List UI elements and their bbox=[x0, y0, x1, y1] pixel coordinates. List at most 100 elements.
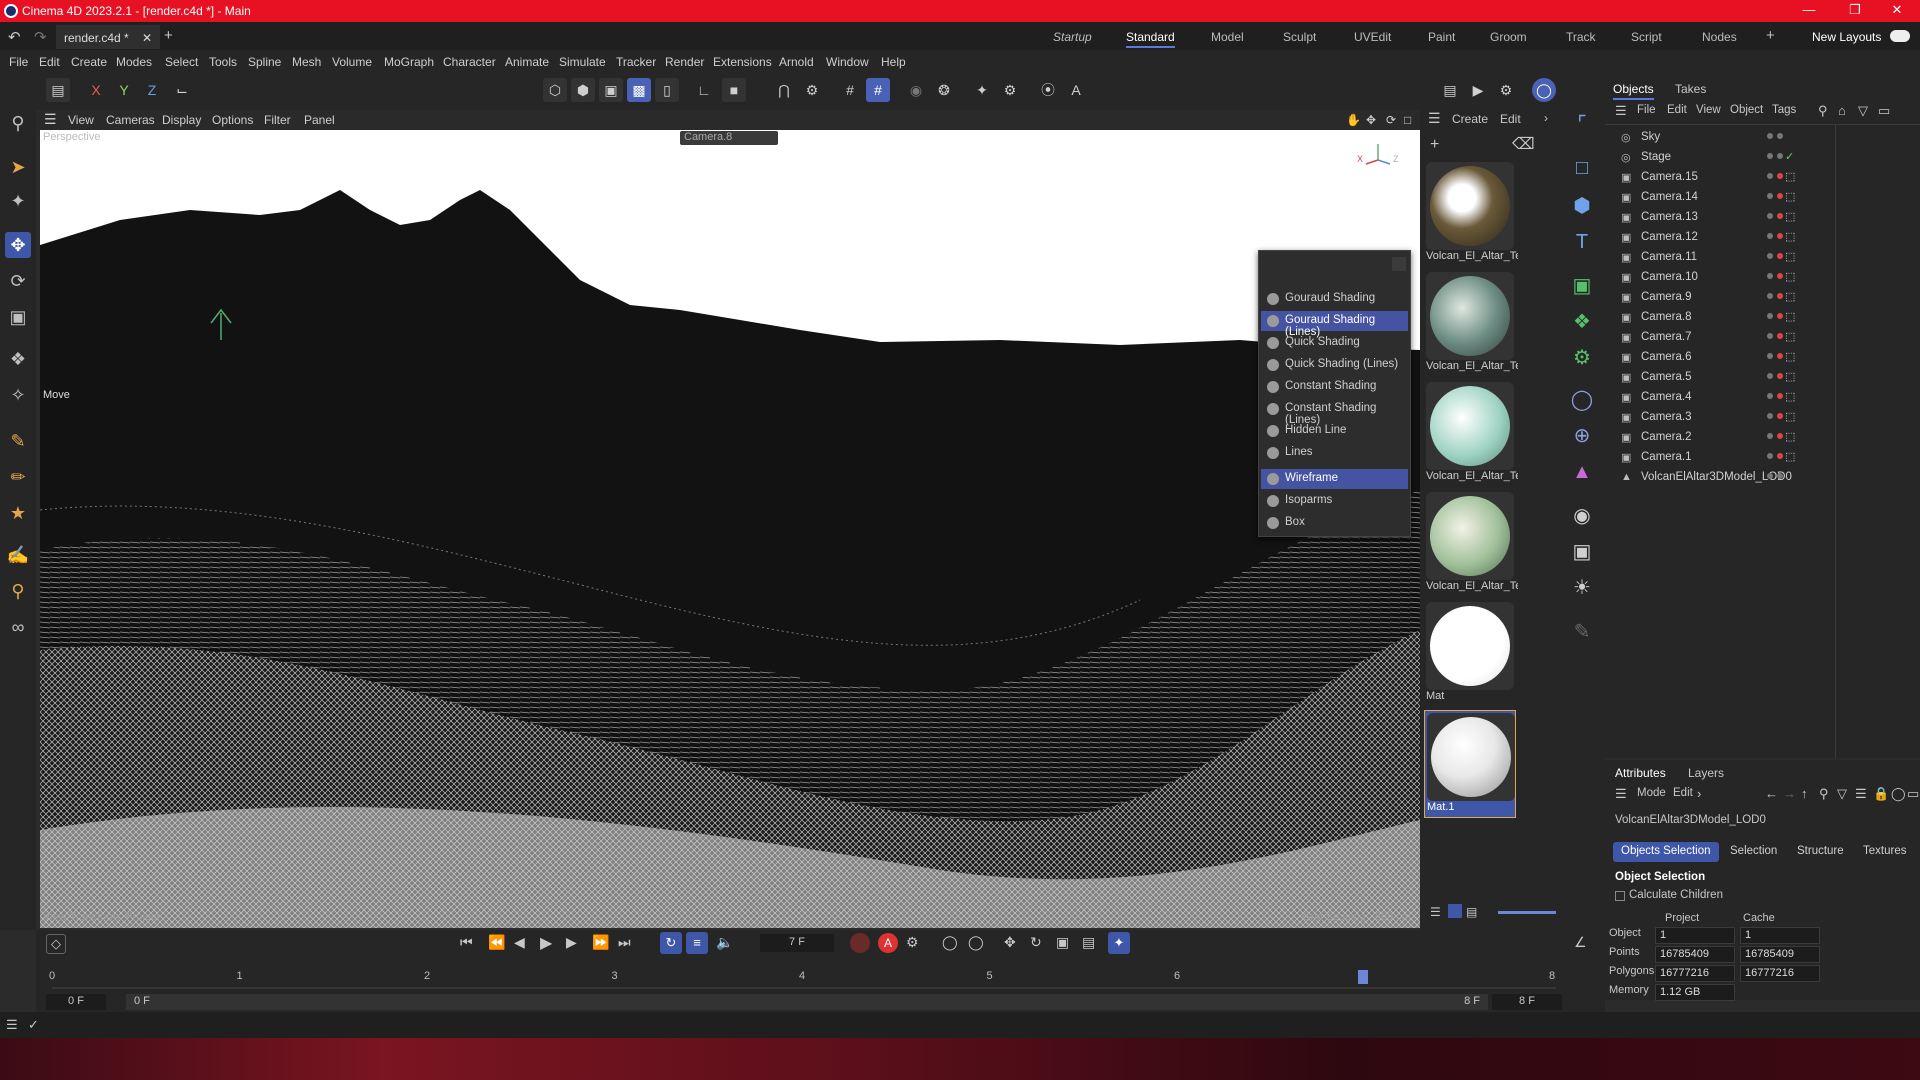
layout-tab[interactable]: Startup bbox=[1053, 30, 1092, 44]
render-view-icon[interactable]: ▤ bbox=[46, 78, 70, 102]
value-field[interactable]: 1 bbox=[1740, 927, 1820, 944]
next-frame-icon[interactable]: ▶ bbox=[566, 934, 577, 951]
visibility-render-dot[interactable] bbox=[1777, 133, 1783, 139]
visibility-editor-dot[interactable] bbox=[1767, 293, 1773, 299]
subtab-objects-selection[interactable]: Objects Selection bbox=[1613, 842, 1719, 862]
menu-close-icon[interactable] bbox=[1392, 257, 1406, 271]
3d-viewport[interactable]: Perspective Camera.8 X Z Move View Trans… bbox=[40, 130, 1420, 928]
material-swatch-selected[interactable]: Mat.1 bbox=[1424, 710, 1516, 818]
material-swatch[interactable]: Volcan_El_Altar_Te bbox=[1424, 160, 1518, 268]
tab-attributes[interactable]: Attributes bbox=[1615, 766, 1666, 780]
objects-menu-tags[interactable]: Tags bbox=[1772, 104, 1796, 116]
objects-menu-edit[interactable]: Edit bbox=[1667, 104, 1687, 116]
scale-tool-icon[interactable]: ▣ bbox=[5, 304, 31, 330]
next-key-icon[interactable]: ⏩ bbox=[592, 934, 609, 951]
menu-window[interactable]: Window bbox=[826, 55, 869, 69]
close-icon[interactable]: ✕ bbox=[1874, 2, 1920, 20]
visibility-render-dot[interactable] bbox=[1777, 193, 1783, 199]
visibility-editor-dot[interactable] bbox=[1767, 373, 1773, 379]
subtab-selection[interactable]: Selection bbox=[1722, 842, 1785, 862]
object-row[interactable]: ▣ Camera.7 ⬚ bbox=[1605, 328, 1920, 348]
tag-icon[interactable]: ⬚ bbox=[1785, 450, 1795, 463]
arnold-icon[interactable]: A bbox=[1064, 78, 1088, 102]
shading-option-lines[interactable]: Lines bbox=[1261, 443, 1408, 463]
menu-edit[interactable]: Edit bbox=[39, 55, 60, 69]
visibility-editor-dot[interactable] bbox=[1767, 413, 1773, 419]
object-row[interactable]: ▣ Camera.15 ⬚ bbox=[1605, 168, 1920, 188]
chevron-right-icon[interactable]: › bbox=[1544, 111, 1548, 125]
menu-mograph[interactable]: MoGraph bbox=[384, 55, 434, 69]
visibility-editor-dot[interactable] bbox=[1767, 193, 1773, 199]
render-settings-icon[interactable]: ⦿ bbox=[1036, 78, 1060, 102]
solo-icon[interactable]: ❂ bbox=[932, 78, 956, 102]
tab-layers[interactable]: Layers bbox=[1688, 766, 1724, 780]
viewport-menu-cameras[interactable]: Cameras bbox=[106, 113, 155, 127]
menu-create[interactable]: Create bbox=[71, 55, 107, 69]
edges-mode-icon[interactable]: ⬢ bbox=[571, 78, 595, 102]
tag-icon[interactable]: ⬚ bbox=[1785, 370, 1795, 383]
visibility-render-dot[interactable] bbox=[1777, 153, 1783, 159]
key-point-icon[interactable]: ▤ bbox=[1082, 934, 1095, 951]
live-selection-icon[interactable]: ✦ bbox=[5, 188, 31, 214]
tag-icon[interactable]: ⬚ bbox=[1785, 250, 1795, 263]
layout-tab[interactable]: Nodes bbox=[1702, 30, 1737, 44]
layout-tab[interactable]: Track bbox=[1566, 30, 1596, 44]
menu-file[interactable]: File bbox=[9, 55, 28, 69]
material-menu-icon[interactable]: ☰ bbox=[1428, 110, 1441, 127]
shading-option-gouraud-lines[interactable]: Gouraud Shading (Lines) bbox=[1261, 311, 1408, 338]
interactive-record-icon[interactable]: ✦ bbox=[1108, 932, 1130, 954]
material-swatch[interactable]: Volcan_El_Altar_Te bbox=[1424, 490, 1518, 598]
value-field[interactable]: 16777216 bbox=[1655, 965, 1735, 982]
value-field[interactable]: 16785409 bbox=[1740, 946, 1820, 963]
tag-icon[interactable]: ⬚ bbox=[1785, 170, 1795, 183]
visibility-editor-dot[interactable] bbox=[1767, 213, 1773, 219]
material-swatch[interactable]: Mat bbox=[1424, 600, 1516, 708]
tag-icon[interactable]: ⬚ bbox=[1785, 210, 1795, 223]
symmetry-icon[interactable]: ✦ bbox=[970, 78, 994, 102]
search-icon[interactable]: ⚲ bbox=[1819, 786, 1829, 802]
tag-icon[interactable]: ⬚ bbox=[1785, 190, 1795, 203]
cloner-icon[interactable]: ❖ bbox=[1568, 308, 1596, 336]
volume-icon[interactable]: ▲ bbox=[1568, 458, 1596, 486]
key-position-icon[interactable]: ◯ bbox=[942, 934, 958, 951]
menu-character[interactable]: Character bbox=[443, 55, 496, 69]
key-pla-icon[interactable]: ▣ bbox=[1056, 934, 1069, 951]
menu-tracker[interactable]: Tracker bbox=[616, 55, 656, 69]
visibility-editor-dot[interactable] bbox=[1767, 253, 1773, 259]
material-menu-create[interactable]: Create bbox=[1452, 112, 1488, 126]
spline-smooth-icon[interactable]: ★ bbox=[5, 500, 31, 526]
axis-mode-icon[interactable]: ∟ bbox=[692, 78, 716, 102]
playback-rate-icon[interactable]: ≡ bbox=[686, 932, 708, 954]
visibility-render-dot[interactable] bbox=[1777, 313, 1783, 319]
search-icon[interactable]: ⚲ bbox=[5, 110, 31, 136]
tag-icon[interactable]: ⬚ bbox=[1785, 410, 1795, 423]
viewport-menu-panel[interactable]: Panel bbox=[304, 113, 335, 127]
tag-icon[interactable]: ⬚ bbox=[1785, 310, 1795, 323]
layout-tab[interactable]: Sculpt bbox=[1283, 30, 1316, 44]
material-swatch[interactable]: Volcan_El_Altar_Te bbox=[1424, 270, 1518, 378]
object-row[interactable]: ▣ Camera.8 ⬚ bbox=[1605, 308, 1920, 328]
camera-icon[interactable]: ▣ bbox=[1568, 538, 1596, 566]
visibility-render-dot[interactable] bbox=[1777, 453, 1783, 459]
menu-extensions[interactable]: Extensions bbox=[713, 55, 772, 69]
tag-icon[interactable]: ⬚ bbox=[1785, 390, 1795, 403]
key-rotation-icon[interactable]: ◯ bbox=[968, 934, 984, 951]
home-icon[interactable]: ⌂ bbox=[1838, 103, 1846, 118]
objects-menu-file[interactable]: File bbox=[1637, 104, 1656, 116]
viewport-menu-filter[interactable]: Filter bbox=[264, 113, 291, 127]
forward-arrow-icon[interactable]: → bbox=[1783, 786, 1796, 801]
list-view-icon[interactable]: ☰ bbox=[1430, 905, 1441, 919]
key-scale-icon[interactable]: ✥ bbox=[1004, 934, 1016, 951]
visibility-render-dot[interactable] bbox=[1777, 213, 1783, 219]
light-icon[interactable]: ☀ bbox=[1568, 574, 1596, 602]
visibility-editor-dot[interactable] bbox=[1767, 393, 1773, 399]
object-row[interactable]: ▣ Camera.5 ⬚ bbox=[1605, 368, 1920, 388]
visibility-render-dot[interactable] bbox=[1777, 233, 1783, 239]
grid-icon[interactable]: # bbox=[838, 78, 862, 102]
lock-icon[interactable]: 🔒 bbox=[1873, 786, 1889, 802]
z-axis-button[interactable]: Z bbox=[140, 78, 164, 102]
keyframe-settings-icon[interactable]: ⚙ bbox=[906, 934, 919, 951]
field-icon[interactable]: ⊕ bbox=[1568, 422, 1596, 450]
viewport-hamburger-icon[interactable]: ☰ bbox=[44, 111, 57, 128]
filter-icon[interactable]: ▽ bbox=[1858, 103, 1868, 119]
